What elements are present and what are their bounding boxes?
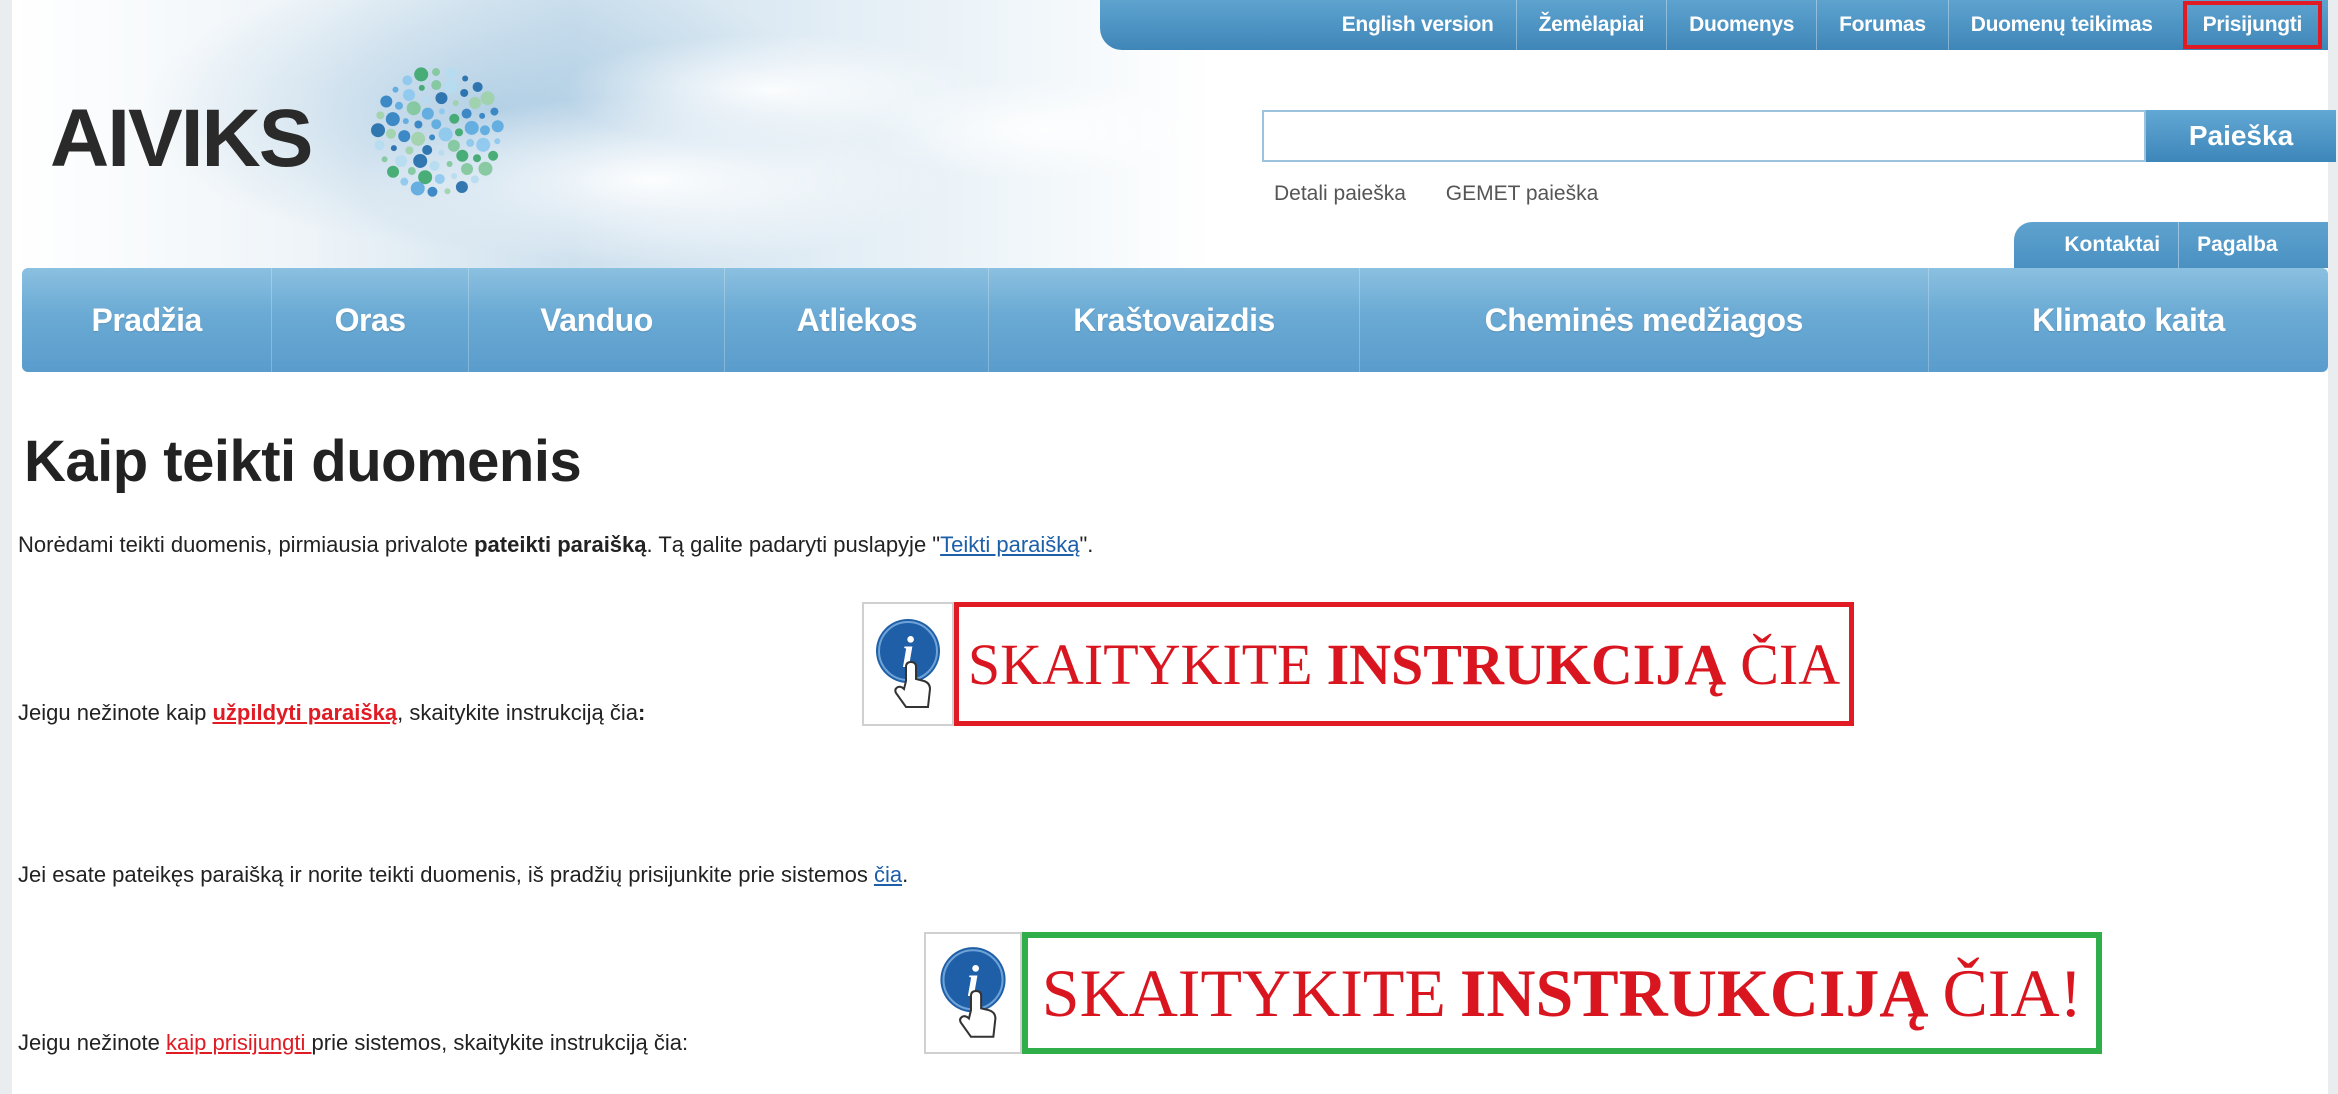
instruction-banner-login[interactable]: i SKAITYKITE INSTRUKCIJĄ ČIA! — [924, 932, 2102, 1054]
info-hand-icon: i — [924, 932, 1022, 1054]
nav-data[interactable]: Duomenys — [1666, 0, 1816, 50]
paragraph-login-instr-text-1: Jeigu nežinote — [18, 1030, 166, 1055]
banner1-part2: INSTRUKCIJĄ — [1326, 631, 1727, 697]
right-margin — [2328, 0, 2338, 1094]
banner1-part1: SKAITYKITE — [967, 631, 1313, 697]
nav-data-submission[interactable]: Duomenų teikimas — [1947, 0, 2175, 50]
main-navigation: Pradžia Oras Vanduo Atliekos Kraštovaizd… — [22, 268, 2328, 372]
search-sub-links: Detali paieška GEMET paieška — [1274, 182, 1632, 206]
menu-home[interactable]: Pradžia — [22, 268, 273, 372]
how-to-login-link[interactable]: kaip prisijungti — [166, 1030, 312, 1055]
banner1-part3: ČIA — [1740, 631, 1841, 697]
banner2-part2: INSTRUKCIJĄ — [1459, 954, 1929, 1031]
paragraph-fill-text-2: , skaitykite instrukciją čia — [397, 700, 638, 725]
paragraph-apply-bold: pateikti paraišką — [474, 532, 647, 557]
paragraph-login-text-2: . — [902, 862, 909, 887]
page-title: Kaip teikti duomenis — [24, 429, 582, 494]
paragraph-apply-text-1: Norėdami teikti duomenis, pirmiausia pri… — [18, 532, 475, 557]
nav-forum[interactable]: Forumas — [1816, 0, 1948, 50]
banner2-part3: ČIA! — [1942, 954, 2083, 1031]
menu-water[interactable]: Vanduo — [469, 268, 726, 372]
contact-tabs: Kontaktai Pagalba — [2014, 222, 2328, 268]
nav-english-version[interactable]: English version — [1320, 0, 1516, 50]
paragraph-login-instructions: Jeigu nežinote kaip prisijungti prie sis… — [18, 1030, 688, 1056]
login-here-link[interactable]: čia — [874, 862, 902, 887]
paragraph-apply-text-2: . Tą galite padaryti puslapyje " — [646, 532, 941, 557]
info-hand-icon: i — [862, 602, 954, 726]
menu-climate-change[interactable]: Klimato kaita — [1929, 268, 2328, 372]
paragraph-login-instr-text-2: prie sistemos, skaitykite instrukciją či… — [311, 1030, 689, 1055]
menu-air[interactable]: Oras — [272, 268, 469, 372]
dotted-circle-logo-icon[interactable] — [368, 62, 508, 202]
menu-landscape[interactable]: Kraštovaizdis — [989, 268, 1360, 372]
left-margin — [0, 0, 12, 1094]
gemet-search-link[interactable]: GEMET paieška — [1446, 182, 1599, 205]
paragraph-apply-text-3: ". — [1079, 532, 1094, 557]
site-logo-text[interactable]: AIVIKS — [50, 92, 313, 186]
search-input[interactable] — [1262, 110, 2146, 162]
menu-waste[interactable]: Atliekos — [725, 268, 990, 372]
paragraph-fill-text-1: Jeigu nežinote kaip — [18, 700, 213, 725]
contacts-link[interactable]: Kontaktai — [2046, 222, 2178, 268]
menu-chemicals[interactable]: Cheminės medžiagos — [1360, 268, 1930, 372]
banner2-part1: SKAITYKITE — [1041, 954, 1446, 1031]
paragraph-fill-instructions: Jeigu nežinote kaip užpildyti paraišką, … — [18, 700, 645, 726]
instruction-banner-login-text: SKAITYKITE INSTRUKCIJĄ ČIA! — [1022, 932, 2102, 1054]
nav-maps[interactable]: Žemėlapiai — [1515, 0, 1667, 50]
submit-application-link[interactable]: Teikti paraišką — [940, 532, 1079, 557]
paragraph-login: Jei esate pateikęs paraišką ir norite te… — [18, 862, 908, 888]
search-button[interactable]: Paieška — [2146, 110, 2336, 162]
instruction-banner-application-text: SKAITYKITE INSTRUKCIJĄ ČIA — [954, 602, 1854, 726]
paragraph-apply: Norėdami teikti duomenis, pirmiausia pri… — [18, 532, 1093, 558]
paragraph-fill-colon: : — [637, 700, 646, 725]
fill-application-highlight[interactable]: užpildyti paraišką — [212, 700, 397, 725]
paragraph-login-text-1: Jei esate pateikęs paraišką ir norite te… — [18, 862, 874, 887]
top-navigation: English version Žemėlapiai Duomenys Foru… — [1100, 0, 2328, 50]
instruction-banner-application[interactable]: i SKAITYKITE INSTRUKCIJĄ ČIA — [862, 602, 1854, 726]
help-link[interactable]: Pagalba — [2178, 222, 2296, 268]
login-link[interactable]: Prisijungti — [2182, 1, 2322, 49]
detail-search-link[interactable]: Detali paieška — [1274, 182, 1406, 205]
